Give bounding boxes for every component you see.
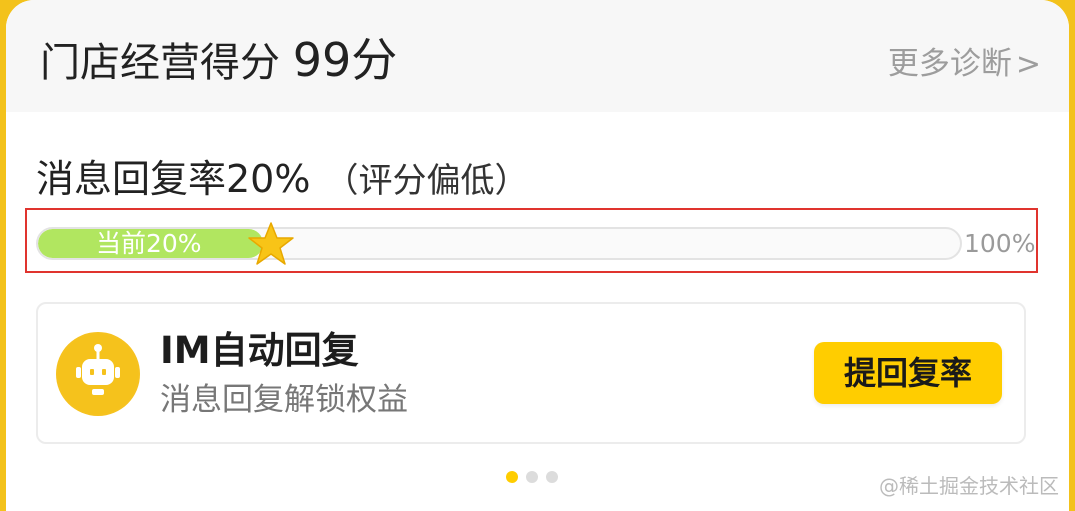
pagination-dot[interactable] — [546, 471, 558, 483]
page-title: 门店经营得分 99分 — [40, 32, 397, 91]
improve-reply-rate-button[interactable]: 提回复率 — [814, 342, 1002, 404]
feature-subtitle: 消息回复解锁权益 — [160, 382, 408, 418]
watermark: @稀土掘金技术社区 — [879, 474, 1059, 498]
score-value: 99分 — [292, 33, 398, 87]
card-header: 门店经营得分 99分 更多诊断 > — [6, 0, 1069, 112]
more-diagnosis-label: 更多诊断 — [887, 46, 1012, 82]
metric-heading: 消息回复率20% （评分偏低） — [36, 152, 528, 208]
title-text: 门店经营得分 — [40, 40, 280, 86]
pagination-dot[interactable] — [526, 471, 538, 483]
metric-label: 消息回复率20% — [36, 157, 311, 201]
pagination-dot[interactable] — [506, 471, 518, 483]
progress-max-label: 100% — [964, 229, 1036, 258]
feature-title: IM自动回复 — [160, 329, 359, 372]
metric-note: （评分偏低） — [324, 161, 529, 201]
pagination-dots — [506, 471, 570, 483]
progress-current-label: 当前20% — [96, 229, 202, 258]
chevron-right-icon: > — [1015, 47, 1041, 82]
star-icon — [248, 222, 294, 265]
robot-icon — [58, 334, 138, 414]
more-diagnosis-link[interactable]: 更多诊断 > — [888, 42, 1041, 87]
robot-avatar — [56, 332, 140, 416]
